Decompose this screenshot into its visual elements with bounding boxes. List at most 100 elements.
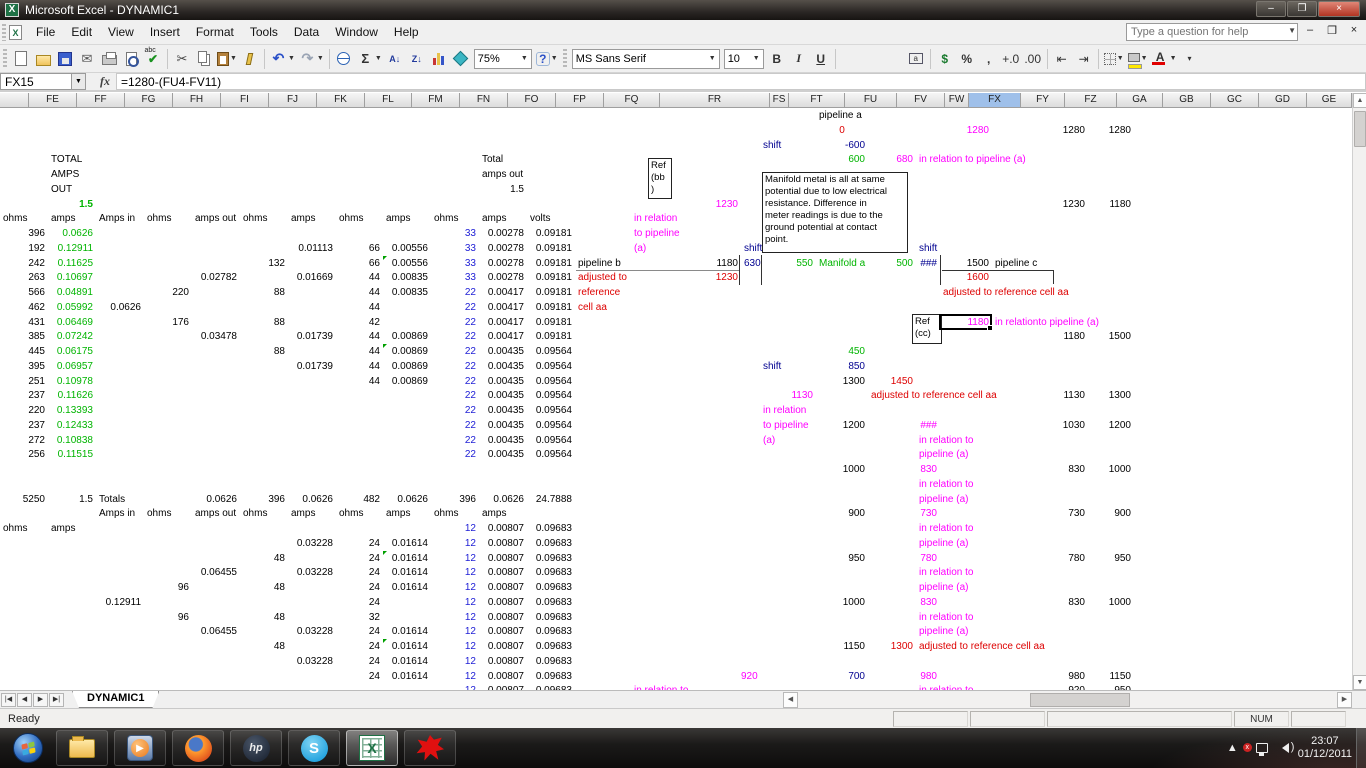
cell-FQ11[interactable]: pipeline b (578, 259, 621, 269)
cell-FP10[interactable]: 0.09181 (527, 244, 572, 254)
cell-FF29[interactable]: amps (51, 524, 75, 534)
help-icon-button[interactable]: ?▼ (534, 48, 560, 70)
cell-FG27[interactable]: Totals (99, 495, 125, 505)
cell-FW27[interactable]: pipeline (a) (919, 495, 968, 505)
cell-FP35[interactable]: 0.09683 (527, 613, 572, 623)
cell-GA20[interactable]: 1300 (1088, 391, 1131, 401)
cell-FS10[interactable]: shift (744, 244, 762, 254)
cell-FJ11[interactable]: 132 (240, 259, 285, 269)
cell-FL32[interactable]: 24 (336, 568, 380, 578)
cell-FF8[interactable]: amps (51, 214, 75, 224)
title-bar[interactable]: X Microsoft Excel - DYNAMIC1 – ❐ × (0, 0, 1366, 20)
cell-FM16[interactable]: 0.00869 (383, 332, 428, 342)
increase-decimal-icon-button[interactable]: +.0 (1000, 48, 1022, 70)
taskbar-clock[interactable]: 23:07 01/12/2011 (1298, 735, 1352, 761)
cell-FO12[interactable]: 0.00278 (479, 273, 524, 283)
cell-FN10[interactable]: 33 (431, 244, 476, 254)
formula-input[interactable]: =1280-(FU4-FV11) (116, 73, 1366, 90)
cell-FJ17[interactable]: 88 (240, 347, 285, 357)
cell-FN31[interactable]: 12 (431, 554, 476, 564)
close-button[interactable]: × (1318, 1, 1360, 17)
cell-FL19[interactable]: 44 (336, 377, 380, 387)
cell-GA28[interactable]: 900 (1088, 509, 1131, 519)
cell-FP38[interactable]: 0.09683 (527, 657, 572, 667)
cell-FN37[interactable]: 12 (431, 642, 476, 652)
column-header-FE[interactable]: FE (29, 93, 77, 108)
cell-FF27[interactable]: 1.5 (48, 495, 93, 505)
ref-cc-note[interactable]: Ref(cc) (912, 314, 942, 344)
cell-FF17[interactable]: 0.06175 (48, 347, 93, 357)
menu-grip[interactable] (2, 24, 6, 41)
column-header-FF[interactable]: FF (77, 93, 125, 108)
column-header-FQ[interactable]: FQ (604, 93, 660, 108)
align-right-icon-button[interactable] (883, 48, 905, 70)
percent-icon-button[interactable]: % (956, 48, 978, 70)
cell-FP14[interactable]: 0.09181 (527, 303, 572, 313)
cell-FU4[interactable]: 600 (816, 155, 865, 165)
cell-FO11[interactable]: 0.00278 (479, 259, 524, 269)
scroll-up-icon[interactable]: ▲ (1353, 93, 1366, 108)
cell-FW11[interactable]: ### (916, 259, 937, 269)
cell-FP27[interactable]: 24.7888 (527, 495, 572, 505)
cell-FI27[interactable]: 0.0626 (192, 495, 237, 505)
help-dropdown-icon[interactable]: ▼ (1288, 26, 1296, 35)
cell-FS39[interactable]: 920 (741, 672, 757, 682)
cell-FR8[interactable]: in relation (634, 214, 677, 224)
fill-dropdown-icon[interactable]: ▼ (1141, 55, 1148, 62)
cell-FJ35[interactable]: 48 (240, 613, 285, 623)
cell-FF16[interactable]: 0.07242 (48, 332, 93, 342)
menu-view[interactable]: View (100, 22, 142, 42)
cell-FL34[interactable]: 24 (336, 598, 380, 608)
cell-FI12[interactable]: 0.02782 (192, 273, 237, 283)
cell-FN16[interactable]: 22 (431, 332, 476, 342)
cell-FF18[interactable]: 0.06957 (48, 362, 93, 372)
cell-FL13[interactable]: 44 (336, 288, 380, 298)
cell-FL18[interactable]: 44 (336, 362, 380, 372)
cell-FV37[interactable]: 1300 (868, 642, 913, 652)
cell-FZ20[interactable]: 1130 (1036, 391, 1085, 401)
fontcolor-dropdown-icon[interactable]: ▼ (1170, 55, 1177, 62)
cell-FN22[interactable]: 22 (431, 421, 476, 431)
cell-FN36[interactable]: 12 (431, 627, 476, 637)
cell-FM32[interactable]: 0.01614 (383, 568, 428, 578)
cell-FL30[interactable]: 24 (336, 539, 380, 549)
cell-FX12[interactable]: 1600 (940, 273, 989, 283)
cell-FN17[interactable]: 22 (431, 347, 476, 357)
cell-FP39[interactable]: 0.09683 (527, 672, 572, 682)
cell-FN32[interactable]: 12 (431, 568, 476, 578)
cell-FN8[interactable]: ohms (434, 214, 458, 224)
cell-FU11[interactable]: Manifold a (819, 259, 865, 269)
cell-FO38[interactable]: 0.00807 (479, 657, 524, 667)
cell-FH15[interactable]: 176 (144, 318, 189, 328)
cell-FL16[interactable]: 44 (336, 332, 380, 342)
undo-dropdown-icon[interactable]: ▼ (288, 55, 295, 62)
cell-FM38[interactable]: 0.01614 (383, 657, 428, 667)
sheet-tab-dynamic1[interactable]: DYNAMIC1 (72, 691, 159, 708)
redo-icon-button[interactable]: ↷▼ (297, 48, 326, 70)
taskbar-firefox[interactable] (172, 730, 224, 766)
cell-FK30[interactable]: 0.03228 (288, 539, 333, 549)
cell-FE16[interactable]: 385 (0, 332, 45, 342)
cell-FO22[interactable]: 0.00435 (479, 421, 524, 431)
taskbar-hp[interactable]: hp (230, 730, 282, 766)
borders-dropdown-icon[interactable]: ▼ (1117, 55, 1124, 62)
cell-FE21[interactable]: 220 (0, 406, 45, 416)
cell-FU37[interactable]: 1150 (816, 642, 865, 652)
cell-FL38[interactable]: 24 (336, 657, 380, 667)
cell-FP34[interactable]: 0.09683 (527, 598, 572, 608)
cell-FO8[interactable]: amps (482, 214, 506, 224)
cell-FG8[interactable]: Amps in (99, 214, 135, 224)
cell-FP17[interactable]: 0.09564 (527, 347, 572, 357)
cell-FO31[interactable]: 0.00807 (479, 554, 524, 564)
next-sheet-button[interactable]: ▶ (33, 693, 48, 707)
cell-FT11[interactable]: 550 (760, 259, 813, 269)
cell-FF10[interactable]: 0.12911 (48, 244, 93, 254)
cell-FW24[interactable]: pipeline (a) (919, 450, 968, 460)
cell-FF15[interactable]: 0.06469 (48, 318, 93, 328)
cell-FP24[interactable]: 0.09564 (527, 450, 572, 460)
cell-FO27[interactable]: 0.0626 (479, 495, 524, 505)
cell-FI32[interactable]: 0.06455 (192, 568, 237, 578)
column-header-FY[interactable]: FY (1021, 93, 1065, 108)
cell-GA2[interactable]: 1280 (1088, 126, 1131, 136)
cell-FL36[interactable]: 24 (336, 627, 380, 637)
